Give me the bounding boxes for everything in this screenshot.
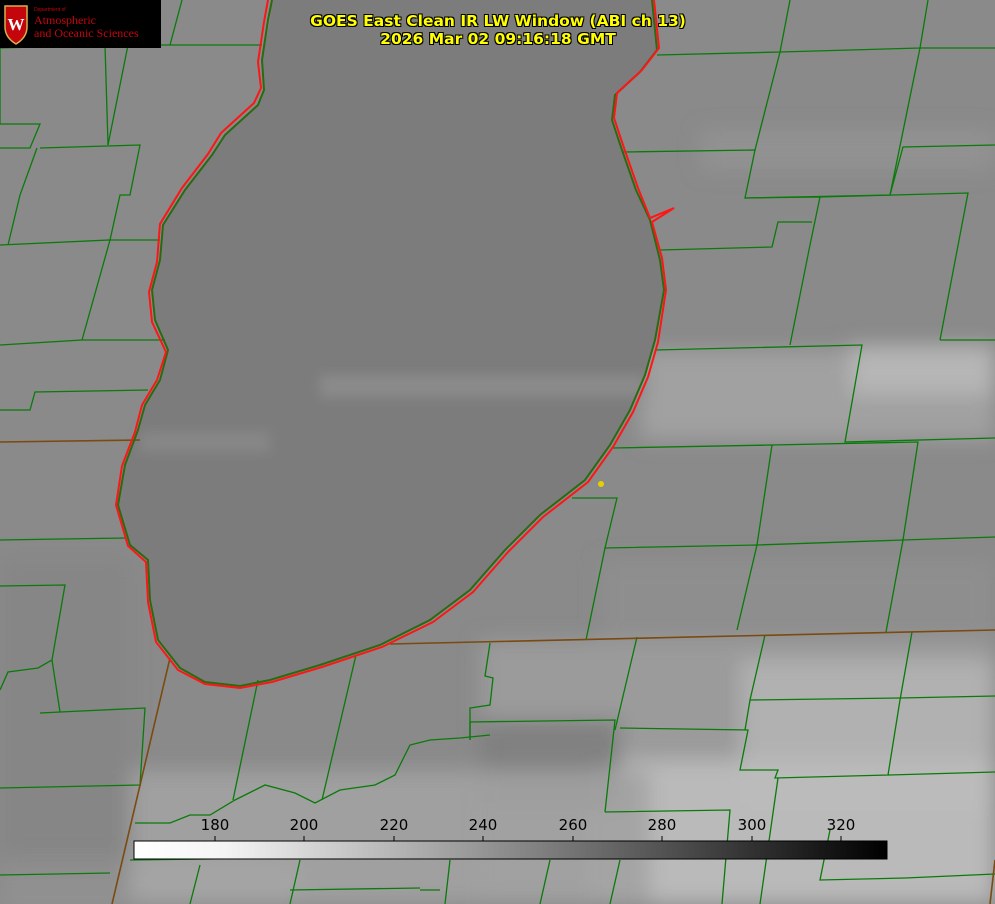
location-marker bbox=[598, 481, 604, 487]
colorbar-tick-label: 280 bbox=[648, 816, 677, 834]
colorbar-tick-label: 300 bbox=[738, 816, 767, 834]
uw-crest-icon: W bbox=[4, 5, 28, 45]
colorbar-tick-label: 240 bbox=[469, 816, 498, 834]
title-timestamp: 2026 Mar 02 09:16:18 GMT bbox=[380, 30, 616, 48]
colorbar-tick-label: 200 bbox=[290, 816, 319, 834]
svg-text:W: W bbox=[8, 15, 25, 34]
satellite-map: 180 200 220 240 260 280 300 320 bbox=[0, 0, 995, 904]
logo-name-line2: and Oceanic Sciences bbox=[34, 26, 139, 40]
colorbar-tick-label: 180 bbox=[201, 816, 230, 834]
colorbar-tick-label: 220 bbox=[380, 816, 409, 834]
colorbar bbox=[133, 840, 888, 860]
image-title: GOES East Clean IR LW Window (ABI ch 13)… bbox=[300, 12, 696, 48]
colorbar-tick-label: 260 bbox=[559, 816, 588, 834]
colorbar-tick-label: 320 bbox=[827, 816, 856, 834]
title-product: GOES East Clean IR LW Window (ABI ch 13) bbox=[310, 12, 686, 30]
uw-aos-logo: W Department of Atmospheric and Oceanic … bbox=[0, 0, 161, 48]
